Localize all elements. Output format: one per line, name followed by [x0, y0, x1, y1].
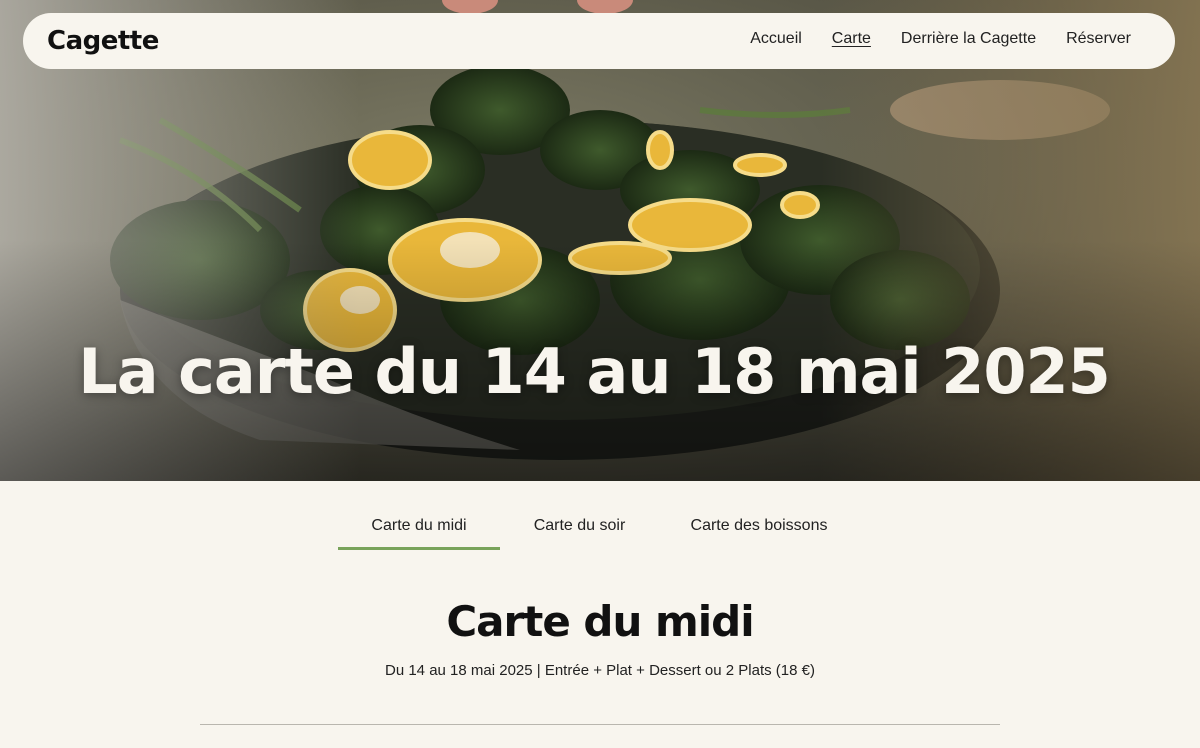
navbar: Cagette Accueil Carte Derrière la Cagett… — [23, 13, 1175, 69]
main-nav: Accueil Carte Derrière la Cagette Réserv… — [750, 13, 1175, 69]
menu-tabs: Carte du midi Carte du soir Carte des bo… — [338, 506, 859, 554]
nav-link-reserver[interactable]: Réserver — [1066, 29, 1131, 49]
nav-link-accueil[interactable]: Accueil — [750, 29, 802, 49]
site-logo[interactable]: Cagette — [47, 24, 159, 58]
hero-title: La carte du 14 au 18 mai 2025 — [78, 335, 1111, 408]
hero-section: Cagette Accueil Carte Derrière la Cagett… — [0, 0, 1200, 481]
tab-carte-des-boissons[interactable]: Carte des boissons — [659, 506, 859, 550]
tab-carte-du-soir[interactable]: Carte du soir — [500, 506, 659, 550]
nav-link-carte[interactable]: Carte — [832, 29, 871, 49]
tab-carte-du-midi[interactable]: Carte du midi — [338, 506, 500, 550]
menu-title: Carte du midi — [446, 597, 754, 646]
nav-link-derriere-la-cagette[interactable]: Derrière la Cagette — [901, 29, 1036, 49]
section-divider — [200, 724, 1000, 725]
menu-subtitle: Du 14 au 18 mai 2025 | Entrée + Plat + D… — [385, 662, 815, 679]
